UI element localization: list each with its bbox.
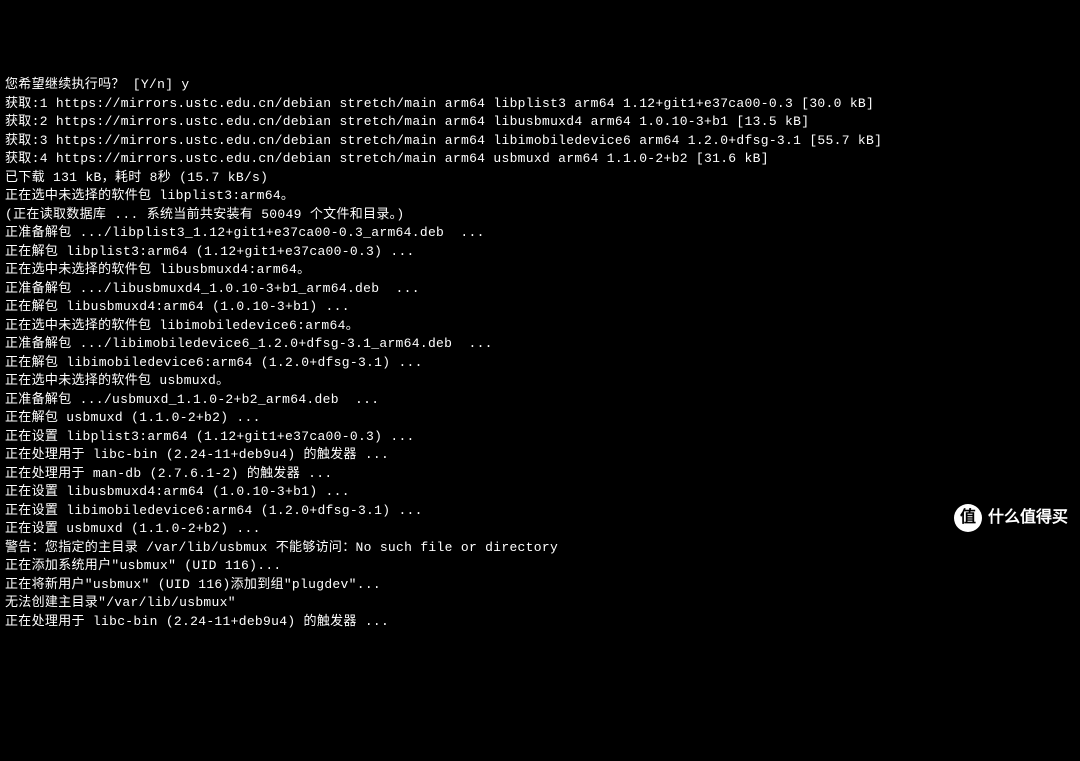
terminal-line: 已下载 131 kB，耗时 8秒 (15.7 kB/s) bbox=[5, 169, 1075, 188]
terminal-line: 正在解包 libimobiledevice6:arm64 (1.2.0+dfsg… bbox=[5, 354, 1075, 373]
terminal-line: 正在选中未选择的软件包 libimobiledevice6:arm64。 bbox=[5, 317, 1075, 336]
terminal-line: 正在选中未选择的软件包 libusbmuxd4:arm64。 bbox=[5, 261, 1075, 280]
terminal-line: 获取:3 https://mirrors.ustc.edu.cn/debian … bbox=[5, 132, 1075, 151]
terminal-line: 获取:1 https://mirrors.ustc.edu.cn/debian … bbox=[5, 95, 1075, 114]
terminal-line: 获取:4 https://mirrors.ustc.edu.cn/debian … bbox=[5, 150, 1075, 169]
terminal-line: 正在解包 usbmuxd (1.1.0-2+b2) ... bbox=[5, 409, 1075, 428]
terminal-line: (正在读取数据库 ... 系统当前共安装有 50049 个文件和目录。) bbox=[5, 206, 1075, 225]
terminal-output[interactable]: 您希望继续执行吗？ [Y/n] y获取:1 https://mirrors.us… bbox=[5, 76, 1075, 631]
terminal-line: 正在将新用户"usbmux" (UID 116)添加到组"plugdev"... bbox=[5, 576, 1075, 595]
terminal-line: 正在设置 usbmuxd (1.1.0-2+b2) ... bbox=[5, 520, 1075, 539]
terminal-line: 正在处理用于 libc-bin (2.24-11+deb9u4) 的触发器 ..… bbox=[5, 613, 1075, 632]
terminal-line: 正准备解包 .../usbmuxd_1.1.0-2+b2_arm64.deb .… bbox=[5, 391, 1075, 410]
terminal-line: 正在设置 libimobiledevice6:arm64 (1.2.0+dfsg… bbox=[5, 502, 1075, 521]
terminal-line: 正准备解包 .../libusbmuxd4_1.0.10-3+b1_arm64.… bbox=[5, 280, 1075, 299]
terminal-line: 正在设置 libplist3:arm64 (1.12+git1+e37ca00-… bbox=[5, 428, 1075, 447]
terminal-line: 您希望继续执行吗？ [Y/n] y bbox=[5, 76, 1075, 95]
terminal-line: 获取:2 https://mirrors.ustc.edu.cn/debian … bbox=[5, 113, 1075, 132]
terminal-line: 正在添加系统用户"usbmux" (UID 116)... bbox=[5, 557, 1075, 576]
terminal-line: 正准备解包 .../libplist3_1.12+git1+e37ca00-0.… bbox=[5, 224, 1075, 243]
terminal-line: 正在设置 libusbmuxd4:arm64 (1.0.10-3+b1) ... bbox=[5, 483, 1075, 502]
terminal-line: 正在选中未选择的软件包 libplist3:arm64。 bbox=[5, 187, 1075, 206]
terminal-line: 正准备解包 .../libimobiledevice6_1.2.0+dfsg-3… bbox=[5, 335, 1075, 354]
terminal-line: 无法创建主目录"/var/lib/usbmux" bbox=[5, 594, 1075, 613]
terminal-line: 正在选中未选择的软件包 usbmuxd。 bbox=[5, 372, 1075, 391]
terminal-line: 警告：您指定的主目录 /var/lib/usbmux 不能够访问：No such… bbox=[5, 539, 1075, 558]
terminal-line: 正在处理用于 libc-bin (2.24-11+deb9u4) 的触发器 ..… bbox=[5, 446, 1075, 465]
terminal-line: 正在解包 libplist3:arm64 (1.12+git1+e37ca00-… bbox=[5, 243, 1075, 262]
terminal-line: 正在解包 libusbmuxd4:arm64 (1.0.10-3+b1) ... bbox=[5, 298, 1075, 317]
terminal-line: 正在处理用于 man-db (2.7.6.1-2) 的触发器 ... bbox=[5, 465, 1075, 484]
